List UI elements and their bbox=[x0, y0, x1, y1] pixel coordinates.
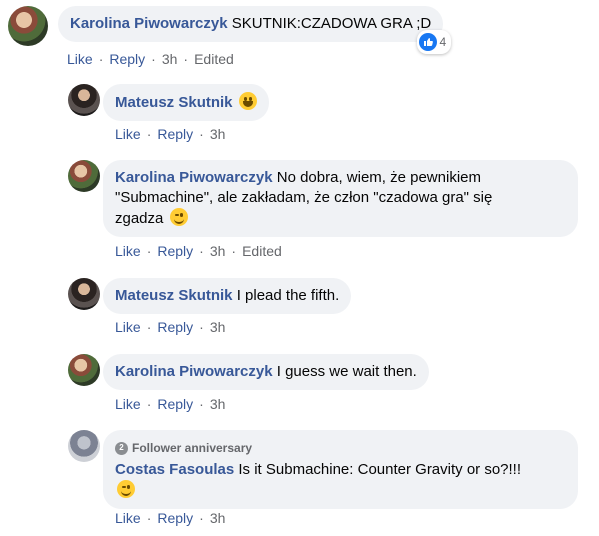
comment-bubble: Karolina Piwowarczyk No dobra, wiem, że … bbox=[103, 160, 578, 237]
comment-bubble: Karolina Piwowarczyk SKUTNIK:CZADOWA GRA… bbox=[58, 6, 452, 54]
author-name[interactable]: Karolina Piwowarczyk bbox=[115, 363, 273, 380]
comment-6: 2 Follower anniversary Costas Fasoulas I… bbox=[68, 430, 578, 509]
author-name[interactable]: Mateusz Skutnik bbox=[115, 94, 233, 111]
comment-text-line2: "Submachine", ale zakładam, że człon "cz… bbox=[115, 189, 493, 206]
comment-text: I guess we wait then. bbox=[276, 363, 417, 380]
comment-4: Mateusz Skutnik I plead the fifth. bbox=[68, 278, 352, 314]
comment-actions: Like · Reply · 3h bbox=[115, 126, 226, 142]
comment-5: Karolina Piwowarczyk I guess we wait the… bbox=[68, 354, 429, 390]
avatar-costas[interactable] bbox=[68, 430, 100, 462]
avatar-karolina[interactable] bbox=[68, 354, 100, 386]
avatar-mateusz[interactable] bbox=[68, 84, 100, 116]
reaction-summary[interactable]: 4 bbox=[416, 30, 452, 54]
grinning-emoji-icon bbox=[238, 92, 257, 110]
wink-emoji-icon bbox=[117, 480, 135, 498]
comment-1: Karolina Piwowarczyk SKUTNIK:CZADOWA GRA… bbox=[8, 6, 452, 54]
comment-bubble: Karolina Piwowarczyk I guess we wait the… bbox=[103, 354, 429, 390]
reply-link[interactable]: Reply bbox=[157, 243, 193, 259]
like-link[interactable]: Like bbox=[115, 396, 141, 412]
edited-label[interactable]: Edited bbox=[242, 243, 282, 259]
like-link[interactable]: Like bbox=[115, 319, 141, 335]
like-link[interactable]: Like bbox=[115, 126, 141, 142]
avatar-mateusz[interactable] bbox=[68, 278, 100, 310]
comment-actions: Like · Reply · 3h · Edited bbox=[67, 51, 234, 67]
comment-text: SKUTNIK:CZADOWA GRA ;D bbox=[231, 15, 432, 32]
comment-actions: Like · Reply · 3h bbox=[115, 396, 226, 412]
author-name[interactable]: Costas Fasoulas bbox=[115, 461, 234, 478]
comment-text-line1: No dobra, wiem, że pewnikiem bbox=[276, 169, 481, 186]
comment-bubble: Mateusz Skutnik bbox=[103, 84, 269, 121]
avatar-karolina[interactable] bbox=[8, 6, 48, 46]
reply-link[interactable]: Reply bbox=[157, 126, 193, 142]
comment-2: Mateusz Skutnik bbox=[68, 84, 269, 121]
follower-badge-icon: 2 bbox=[115, 441, 128, 455]
comment-3: Karolina Piwowarczyk No dobra, wiem, że … bbox=[68, 160, 578, 237]
comment-actions: Like · Reply · 3h bbox=[115, 510, 226, 526]
comment-actions: Like · Reply · 3h bbox=[115, 319, 226, 335]
like-link[interactable]: Like bbox=[115, 510, 141, 526]
avatar-karolina[interactable] bbox=[68, 160, 100, 192]
wink-emoji-icon bbox=[169, 208, 188, 226]
comment-text-line3: zgadza bbox=[115, 210, 164, 227]
reaction-count: 4 bbox=[439, 35, 447, 49]
timestamp[interactable]: 3h bbox=[210, 396, 226, 412]
comment-actions: Like · Reply · 3h · Edited bbox=[115, 243, 282, 259]
timestamp[interactable]: 3h bbox=[210, 510, 226, 526]
badge-label: Follower anniversary bbox=[132, 441, 253, 455]
like-link[interactable]: Like bbox=[115, 243, 141, 259]
timestamp[interactable]: 3h bbox=[210, 319, 226, 335]
comment-bubble: 2 Follower anniversary Costas Fasoulas I… bbox=[103, 430, 578, 509]
timestamp[interactable]: 3h bbox=[210, 243, 226, 259]
author-name[interactable]: Karolina Piwowarczyk bbox=[70, 15, 228, 32]
like-link[interactable]: Like bbox=[67, 51, 93, 67]
comment-text: Is it Submachine: Counter Gravity or so?… bbox=[238, 461, 522, 478]
reply-link[interactable]: Reply bbox=[109, 51, 145, 67]
author-name[interactable]: Mateusz Skutnik bbox=[115, 287, 233, 304]
edited-label[interactable]: Edited bbox=[194, 51, 234, 67]
like-reaction-icon bbox=[418, 33, 437, 51]
comment-text: I plead the fifth. bbox=[236, 287, 340, 304]
timestamp[interactable]: 3h bbox=[210, 126, 226, 142]
follower-badge[interactable]: 2 Follower anniversary bbox=[115, 438, 566, 458]
reply-link[interactable]: Reply bbox=[157, 510, 193, 526]
timestamp[interactable]: 3h bbox=[162, 51, 178, 67]
reply-link[interactable]: Reply bbox=[157, 396, 193, 412]
comment-bubble: Mateusz Skutnik I plead the fifth. bbox=[103, 278, 352, 314]
author-name[interactable]: Karolina Piwowarczyk bbox=[115, 169, 273, 186]
reply-link[interactable]: Reply bbox=[157, 319, 193, 335]
